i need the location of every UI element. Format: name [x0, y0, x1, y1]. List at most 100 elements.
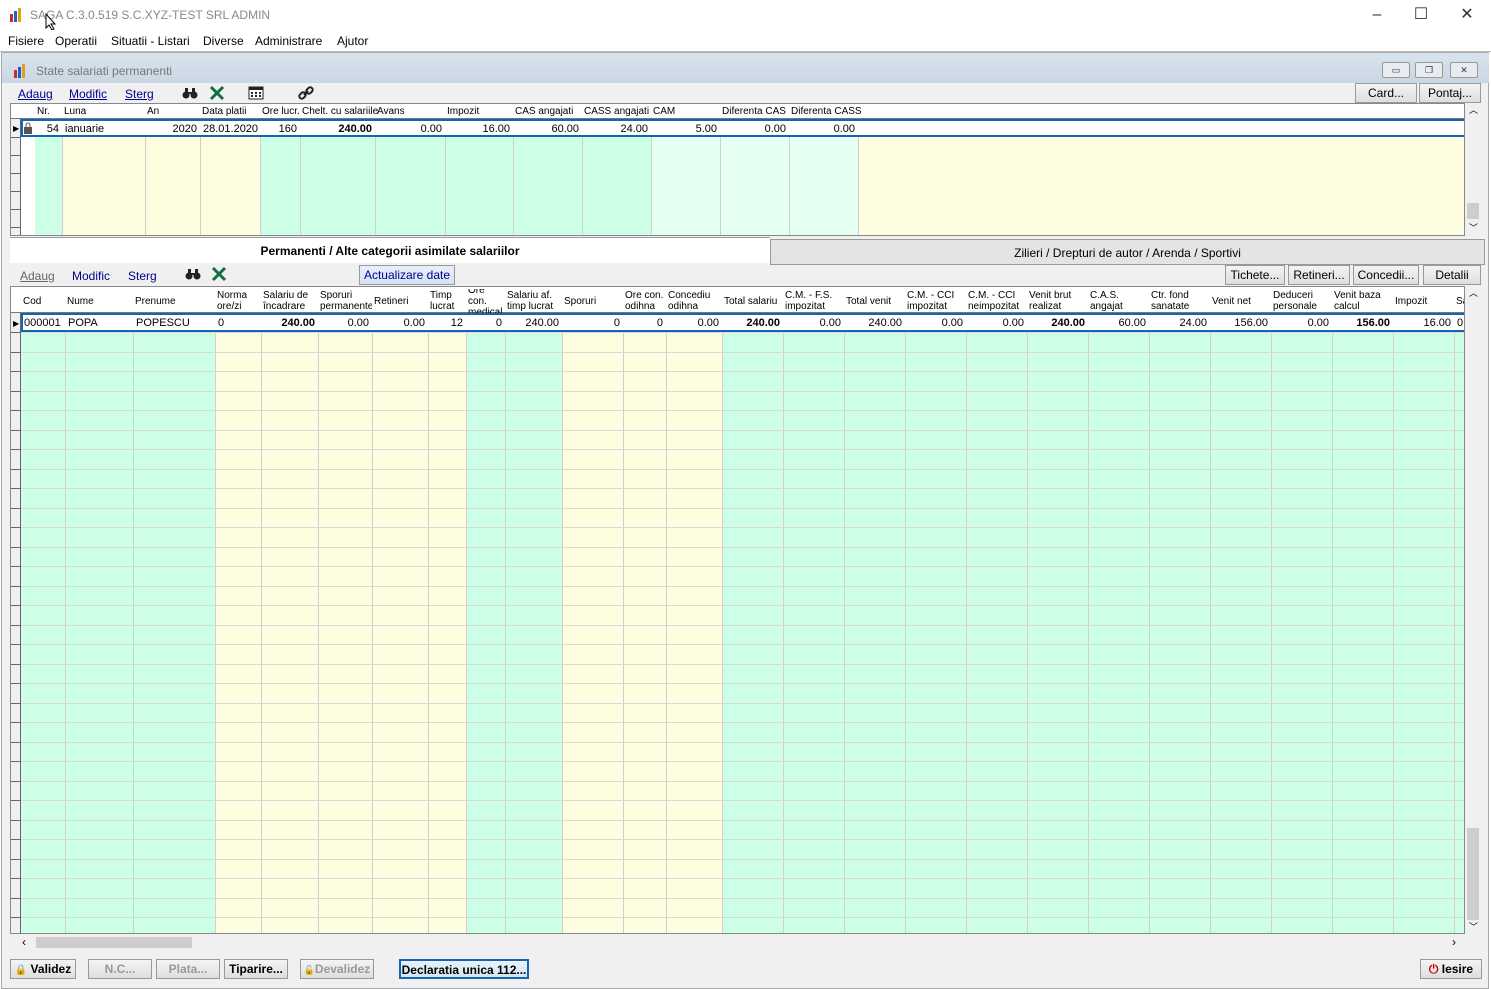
top-col-header[interactable]: Ore lucr. — [262, 106, 300, 117]
employee-col-header[interactable]: Impozit — [1395, 289, 1454, 313]
employee-grid-hscrollbar[interactable]: ‹ › — [10, 934, 1465, 951]
menu-administrare[interactable]: Administrare — [255, 34, 322, 48]
employee-col-header[interactable]: Venit brut realizat — [1029, 289, 1088, 313]
employee-row-pointer-icon: ▶ — [13, 319, 20, 328]
iesire-button[interactable]: ⏻ Iesire — [1420, 959, 1482, 979]
hscroll-left-icon[interactable]: ‹ — [22, 935, 26, 949]
employee-col-header[interactable]: Norma ore/zi — [217, 289, 261, 313]
employee-col-header[interactable]: Salariu af. timp lucrat — [507, 289, 562, 313]
employee-grid-scrollbar[interactable]: ︿ ﹀ — [1465, 286, 1481, 934]
bottom-delete-link[interactable]: Sterg — [128, 269, 157, 283]
employee-col-header[interactable]: Retineri — [374, 289, 428, 313]
employee-col-header[interactable]: C.M. - CCI neimpozitat — [968, 289, 1027, 313]
employee-col-header[interactable]: Nume — [67, 289, 133, 313]
scroll-up-icon[interactable]: ︿ — [1469, 103, 1478, 116]
calculator-icon[interactable] — [248, 85, 264, 101]
menu-ajutor[interactable]: Ajutor — [337, 34, 368, 48]
employee-cell: 240.00 — [525, 317, 559, 329]
employee-col-header[interactable]: Total salariu — [724, 289, 783, 313]
child-restore-button[interactable]: ❐ — [1415, 62, 1443, 78]
employee-col-header[interactable]: Venit baza calcul — [1334, 289, 1393, 313]
update-data-button[interactable]: Actualizare date — [359, 265, 455, 285]
top-cell: ianuarie — [65, 123, 105, 135]
top-col-header[interactable]: Nr. — [37, 106, 50, 117]
menu-diverse[interactable]: Diverse — [203, 34, 244, 48]
nc-button[interactable]: N.C... — [88, 959, 152, 979]
employee-col-header[interactable]: Total venit — [846, 289, 905, 313]
top-col-header[interactable]: CASS angajati — [584, 106, 649, 117]
child-minimize-button[interactable]: ▭ — [1382, 62, 1410, 78]
employee-col-header[interactable]: Venit net — [1212, 289, 1271, 313]
employee-col-header[interactable]: Ore con. medical — [468, 289, 505, 313]
devalidez-button[interactable]: 🔓Devalidez — [300, 959, 374, 979]
validez-button[interactable]: 🔒 Validez — [10, 959, 76, 979]
bottom-binoculars-icon[interactable] — [185, 266, 201, 282]
top-col-header[interactable]: An — [147, 106, 159, 117]
top-col-header[interactable]: Diferenta CASS — [791, 106, 862, 117]
tab-permanenti[interactable]: Permanenti / Alte categorii asimilate sa… — [10, 237, 770, 263]
link-icon[interactable] — [298, 85, 314, 101]
bottom-excel-export-icon[interactable] — [211, 266, 227, 282]
employee-cell: 60.00 — [1118, 317, 1146, 329]
concedii-button[interactable]: Concedii... — [1353, 265, 1419, 285]
top-cell: 240.00 — [338, 123, 372, 135]
retineri-button[interactable]: Retineri... — [1288, 265, 1350, 285]
employee-col-header[interactable]: C.M. - F.S. impozitat — [785, 289, 844, 313]
employee-col-header[interactable]: C.A.S. angajat — [1090, 289, 1149, 313]
binoculars-icon[interactable] — [182, 85, 198, 101]
top-col-header[interactable]: CAS angajati — [515, 106, 573, 117]
top-col-header[interactable]: Luna — [64, 106, 86, 117]
employee-col-header[interactable]: Sporuri — [564, 289, 623, 313]
top-col-header[interactable]: Impozit — [447, 106, 479, 117]
detalii-button[interactable]: Detalii — [1423, 265, 1481, 285]
top-add-link[interactable]: Adaug — [18, 87, 53, 101]
child-close-button[interactable]: ✕ — [1450, 62, 1478, 78]
bottom-add-link[interactable]: Adaug — [20, 269, 55, 283]
top-grid-scrollbar[interactable]: ︿ ﹀ — [1465, 103, 1481, 236]
pontaj-button[interactable]: Pontaj... — [1419, 83, 1481, 103]
top-cell: 0.00 — [764, 123, 786, 135]
declaratia-112-button[interactable]: Declaratia unica 112... — [399, 959, 529, 979]
tab-zilieri[interactable]: Zilieri / Drepturi de autor / Arenda / S… — [770, 239, 1485, 265]
employee-col-header[interactable]: Sa — [1456, 289, 1464, 313]
maximize-window-button[interactable]: ☐ — [1406, 5, 1436, 25]
menu-situatii-listari[interactable]: Situatii - Listari — [111, 34, 190, 48]
employee-cell: 0.00 — [697, 317, 719, 329]
employee-col-header[interactable]: Cod — [23, 289, 65, 313]
unlock-icon: 🔓 — [303, 965, 315, 975]
top-col-header[interactable]: Avans — [377, 106, 405, 117]
employee-col-header[interactable]: Ore con. odihna — [625, 289, 666, 313]
close-window-button[interactable]: ✕ — [1452, 5, 1482, 25]
tichete-button[interactable]: Tichete... — [1225, 265, 1285, 285]
top-delete-link[interactable]: Sterg — [125, 87, 154, 101]
emp-scroll-down-icon[interactable]: ﹀ — [1469, 920, 1478, 933]
top-col-header[interactable]: Diferenta CAS — [722, 106, 786, 117]
employee-grid[interactable]: Cod Nume Prenume Norma ore/zi Salariu de înc… — [10, 286, 1465, 934]
excel-export-icon[interactable] — [209, 85, 225, 101]
app-title: SAGA C.3.0.519 S.C.XYZ-TEST SRL ADMIN — [30, 8, 271, 22]
employee-col-header[interactable]: Timp lucrat — [430, 289, 466, 313]
emp-scroll-up-icon[interactable]: ︿ — [1469, 286, 1478, 299]
tiparire-button[interactable]: Tiparire... — [224, 959, 288, 979]
minimize-window-button[interactable]: – — [1362, 5, 1392, 25]
employee-col-header[interactable]: Concediu odihna — [668, 289, 722, 313]
top-modify-link[interactable]: Modific — [69, 87, 107, 101]
plata-button[interactable]: Plata... — [156, 959, 220, 979]
employee-col-header[interactable]: C.M. - CCI impozitat — [907, 289, 966, 313]
card-button[interactable]: Card... — [1355, 83, 1417, 103]
top-col-header[interactable]: Data platii — [202, 106, 246, 117]
top-col-header[interactable]: Chelt. cu salariile — [302, 106, 378, 117]
top-col-header[interactable]: CAM — [653, 106, 675, 117]
menu-fisiere[interactable]: Fisiere — [8, 34, 44, 48]
menu-operatii[interactable]: Operatii — [55, 34, 97, 48]
scroll-down-icon[interactable]: ﹀ — [1469, 221, 1478, 234]
state-grid[interactable]: Nr. Luna An Data platii Ore lucr. Chelt. cu s… — [10, 103, 1465, 236]
employee-col-header[interactable]: Prenume — [135, 289, 215, 313]
employee-cell: 0.00 — [403, 317, 425, 329]
bottom-modify-link[interactable]: Modific — [72, 269, 110, 283]
employee-col-header[interactable]: Sporuri permanente — [320, 289, 372, 313]
employee-col-header[interactable]: Ctr. fond sanatate — [1151, 289, 1210, 313]
employee-col-header[interactable]: Deduceri personale — [1273, 289, 1332, 313]
hscroll-right-icon[interactable]: › — [1452, 935, 1456, 949]
employee-col-header[interactable]: Salariu de încadrare — [263, 289, 318, 313]
